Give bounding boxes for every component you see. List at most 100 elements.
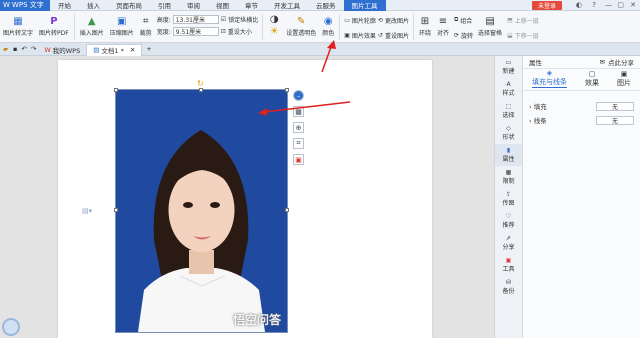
wps-icon: W xyxy=(44,45,51,54)
resize-handle-top[interactable] xyxy=(199,88,203,92)
rotate-button[interactable]: ⟳ 旋转 xyxy=(454,29,473,41)
width-input[interactable]: 9.51厘米 xyxy=(172,26,219,36)
sidebar-item-recommend[interactable]: ♡ 推荐 xyxy=(502,210,514,232)
app-menu-button[interactable]: W WPS 文字 xyxy=(0,0,50,11)
new-tab-icon[interactable]: + xyxy=(142,45,155,53)
annotation-arrows xyxy=(258,40,351,116)
tab-effect[interactable]: ▢ 效果 xyxy=(585,70,599,88)
restore-icon[interactable]: ▢ xyxy=(617,1,624,9)
color-icon: ◉ xyxy=(323,15,333,27)
image-to-pdf-button[interactable]: P 图片转PDF xyxy=(36,11,72,41)
tab-picture-tools[interactable]: 图片工具 xyxy=(343,0,386,11)
tab-section[interactable]: 章节 xyxy=(237,0,266,11)
tab-my-wps[interactable]: W 我的WPS xyxy=(38,44,86,56)
tab-review[interactable]: 审阅 xyxy=(179,0,208,11)
insert-image-button[interactable]: ▲ 插入图片 xyxy=(77,11,107,41)
menu-bar: W WPS 文字 开始 插入 页面布局 引用 审阅 视图 章节 开发工具 云服务 … xyxy=(0,0,640,11)
help-icon[interactable]: ? xyxy=(592,1,596,9)
tab-reference[interactable]: 引用 xyxy=(150,0,179,11)
divider xyxy=(262,14,264,40)
crop-float-icon[interactable]: ⌗ xyxy=(293,138,304,149)
pdf-icon: P xyxy=(50,15,58,27)
resize-handle-left[interactable] xyxy=(114,208,118,212)
sidebar-item-select[interactable]: ⬚ 选择 xyxy=(502,100,514,122)
crop-icon: ⌗ xyxy=(142,15,149,27)
tab-view[interactable]: 视图 xyxy=(208,0,237,11)
close-icon[interactable]: ✕ xyxy=(630,1,636,9)
image-text-icon: ▦ xyxy=(13,15,23,27)
change-icon: ⟲ xyxy=(377,16,383,24)
outline-button[interactable]: ▭ 图片轮廓 ⟲ 更改图片 xyxy=(344,14,409,26)
resize-handle-tl[interactable] xyxy=(114,88,118,92)
tab-cloud[interactable]: 云服务 xyxy=(308,0,344,11)
effect-icon: ▣ xyxy=(344,31,350,39)
wrap-icon: ⊞ xyxy=(420,15,430,27)
paragraph-handle-icon[interactable]: ▤▾ xyxy=(82,207,92,215)
crop-button[interactable]: ⌗ 裁剪 xyxy=(137,11,155,41)
undo-icon[interactable]: ↶ xyxy=(19,45,28,53)
lock-ratio-checkbox[interactable]: ☑ xyxy=(221,16,226,23)
change-picture-icon[interactable]: ▣ xyxy=(293,154,304,165)
sidebar-item-restrict[interactable]: ▦ 限制 xyxy=(502,166,514,188)
minimize-icon[interactable]: — xyxy=(605,1,612,9)
zoom-icon[interactable]: ⊕ xyxy=(293,122,304,133)
select-icon: ⬚ xyxy=(505,103,512,110)
line-select[interactable]: 无 xyxy=(596,115,634,125)
sidebar-item-upload[interactable]: ⇪ 传图 xyxy=(502,188,514,210)
share-link-icon[interactable]: ✉ xyxy=(600,58,605,66)
group-icon: ⧉ xyxy=(454,16,459,23)
close-tab-icon[interactable]: ✕ xyxy=(130,46,135,54)
reset-size-button[interactable]: 重设大小 xyxy=(228,27,252,36)
set-transparent-button[interactable]: ✎ 设置透明色 xyxy=(283,11,319,41)
fill-select[interactable]: 无 xyxy=(596,101,634,111)
sidebar-item-share[interactable]: ⇗ 分享 xyxy=(502,232,514,254)
login-button[interactable]: 未登录 xyxy=(531,1,562,10)
width-label: 宽度: xyxy=(156,28,171,36)
sidebar-item-new[interactable]: ▭ 新建 xyxy=(502,56,514,78)
tab-document1[interactable]: ▤ 文档1 * ✕ xyxy=(86,43,143,56)
brightness-icon[interactable]: ☀ xyxy=(268,26,280,38)
bring-forward-button[interactable]: ⬒ 上移一层 xyxy=(507,14,539,26)
tab-layout[interactable]: 页面布局 xyxy=(108,0,150,11)
layer-group: ⬒ 上移一层 ⬓ 下移一层 xyxy=(505,11,541,44)
wrap-button[interactable]: ⊞ 环绕 xyxy=(416,11,434,41)
tab-home[interactable]: 开始 xyxy=(50,0,79,11)
share-link[interactable]: 点此分享 xyxy=(608,57,634,67)
contrast-icon[interactable]: ◑ xyxy=(268,14,280,26)
sidebar-item-tools[interactable]: ▣ 工具 xyxy=(502,254,514,276)
send-backward-button[interactable]: ⬓ 下移一层 xyxy=(507,29,539,41)
tab-dev[interactable]: 开发工具 xyxy=(266,0,308,11)
tab-fill-line[interactable]: ◈ 填充与线条 xyxy=(532,69,567,88)
tools-icon: ▣ xyxy=(505,257,512,264)
align-button[interactable]: ≡ 对齐 xyxy=(434,11,452,41)
image-to-text-button[interactable]: ▦ 图片转文字 xyxy=(0,11,36,41)
expand-line-icon[interactable]: › xyxy=(529,117,532,125)
height-input[interactable]: 13.31厘米 xyxy=(172,14,219,24)
tab-insert[interactable]: 插入 xyxy=(79,0,108,11)
avatar[interactable] xyxy=(2,318,20,336)
redo-icon[interactable]: ↷ xyxy=(29,45,38,53)
expand-fill-icon[interactable]: › xyxy=(529,103,532,111)
sidebar-item-backup[interactable]: ⛁ 备份 xyxy=(502,276,514,298)
compress-image-button[interactable]: ▣ 压缩图片 xyxy=(107,11,137,41)
effect-tab-icon: ▢ xyxy=(588,70,596,78)
recommend-icon: ♡ xyxy=(505,213,512,220)
skin-icon[interactable]: ◐ xyxy=(576,1,582,9)
sidebar-item-style[interactable]: A 样式 xyxy=(502,78,514,100)
properties-panel: 属性 ✉ 点此分享 ◈ 填充与线条 ▢ 效果 ▣ 图片 › 填充 无 › 线条 无 xyxy=(522,56,640,338)
color-button[interactable]: ◉ 颜色 xyxy=(319,11,337,41)
send-backward-icon: ⬓ xyxy=(507,31,513,39)
rotate-handle-icon[interactable]: ↻ xyxy=(197,79,204,88)
sidebar-item-properties[interactable]: ▮ 属性 xyxy=(495,144,522,166)
save-icon[interactable]: ▪ xyxy=(11,45,19,53)
line-row: › 线条 无 xyxy=(523,113,640,127)
divider xyxy=(412,14,414,40)
id-photo[interactable]: 悟空问答 xyxy=(115,89,288,333)
tab-picture[interactable]: ▣ 图片 xyxy=(617,70,631,88)
selection-pane-button[interactable]: ▤ 选择窗格 xyxy=(475,11,505,41)
sidebar-item-shape[interactable]: ◇ 形状 xyxy=(502,122,514,144)
folder-icon[interactable]: ▰ xyxy=(0,45,11,53)
group-button[interactable]: ⧉ 组合 xyxy=(454,14,473,26)
resize-handle-right[interactable] xyxy=(285,208,289,212)
doc-icon: ▤ xyxy=(93,46,100,54)
